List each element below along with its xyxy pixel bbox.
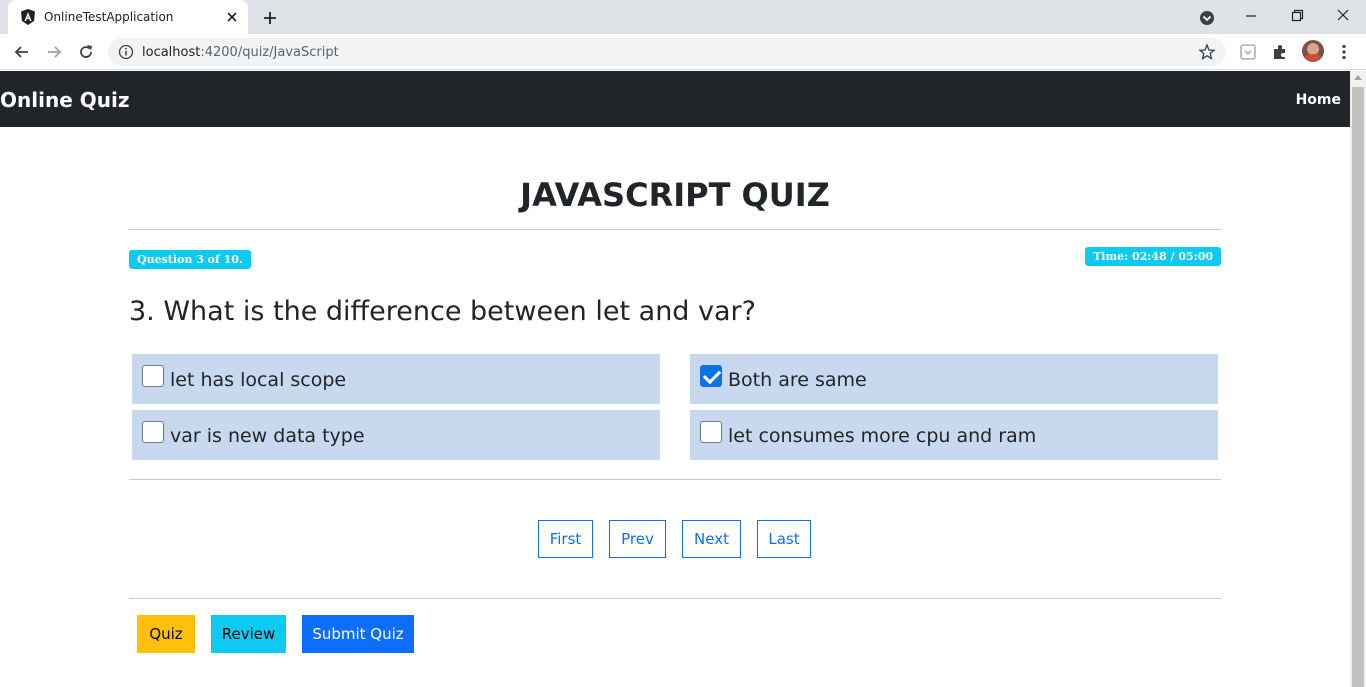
back-arrow-icon[interactable] — [12, 42, 32, 62]
tab-search-icon[interactable] — [1198, 9, 1216, 27]
option-label: var is new data type — [170, 425, 365, 447]
minimize-icon[interactable] — [1240, 6, 1262, 26]
quiz-button[interactable]: Quiz — [137, 615, 195, 653]
browser-toolbar: localhost:4200/quiz/JavaScript — [0, 34, 1366, 70]
option-label: Both are same — [728, 369, 867, 391]
url-path: :4200/quiz/JavaScript — [200, 45, 339, 60]
question-text: 3. What is the difference between let an… — [129, 296, 756, 327]
first-button[interactable]: First — [538, 520, 593, 558]
reload-icon[interactable] — [76, 42, 96, 62]
option-checkbox-checked[interactable] — [700, 365, 722, 387]
browser-tabstrip: OnlineTestApplication — [0, 0, 1366, 34]
option-checkbox[interactable] — [142, 365, 164, 387]
nav-home-link[interactable]: Home — [1296, 92, 1341, 108]
scrollbar-thumb[interactable] — [1352, 87, 1364, 687]
review-button[interactable]: Review — [211, 615, 286, 653]
url-host: localhost — [142, 45, 201, 60]
forward-arrow-icon[interactable] — [44, 42, 64, 62]
page-title: JAVASCRIPT QUIZ — [520, 176, 830, 214]
option-label: let has local scope — [170, 369, 347, 391]
option-1[interactable]: let has local scope — [132, 354, 660, 404]
last-button[interactable]: Last — [757, 520, 811, 558]
option-2[interactable]: Both are same — [690, 354, 1218, 404]
option-label: let consumes more cpu and ram — [728, 425, 1037, 447]
option-checkbox[interactable] — [142, 421, 164, 443]
tab-title: OnlineTestApplication — [44, 10, 174, 24]
divider — [129, 479, 1221, 480]
kebab-menu-icon[interactable] — [1334, 42, 1354, 62]
timer-badge: Time: 02:48 / 05:00 — [1085, 247, 1221, 266]
scroll-up-arrow-icon[interactable] — [1354, 75, 1362, 80]
page-viewport: Online Quiz Home JAVASCRIPT QUIZ Questio… — [0, 71, 1350, 687]
option-3[interactable]: var is new data type — [132, 410, 660, 460]
site-navbar: Online Quiz Home — [0, 71, 1350, 127]
question-counter-badge: Question 3 of 10. — [129, 250, 251, 269]
navbar-brand[interactable]: Online Quiz — [0, 88, 129, 112]
address-bar[interactable]: localhost:4200/quiz/JavaScript — [108, 38, 1226, 66]
next-button[interactable]: Next — [682, 520, 741, 558]
option-checkbox[interactable] — [700, 421, 722, 443]
window-close-icon[interactable] — [1332, 6, 1354, 26]
bookmark-star-icon[interactable] — [1198, 43, 1216, 61]
url-text: localhost:4200/quiz/JavaScript — [142, 45, 339, 60]
plus-icon[interactable] — [260, 8, 280, 28]
close-icon[interactable] — [224, 9, 240, 25]
profile-avatar[interactable] — [1302, 40, 1324, 62]
browser-tab[interactable]: OnlineTestApplication — [8, 0, 248, 34]
page-scrollbar[interactable] — [1350, 71, 1366, 687]
extensions-puzzle-icon[interactable] — [1270, 42, 1290, 62]
info-icon[interactable] — [118, 44, 134, 60]
restore-icon[interactable] — [1286, 6, 1308, 26]
divider — [129, 229, 1221, 230]
extension-doc-icon[interactable] — [1238, 42, 1258, 62]
angular-icon — [21, 9, 35, 25]
divider — [129, 598, 1221, 599]
option-4[interactable]: let consumes more cpu and ram — [690, 410, 1218, 460]
submit-quiz-button[interactable]: Submit Quiz — [302, 615, 414, 653]
prev-button[interactable]: Prev — [609, 520, 666, 558]
